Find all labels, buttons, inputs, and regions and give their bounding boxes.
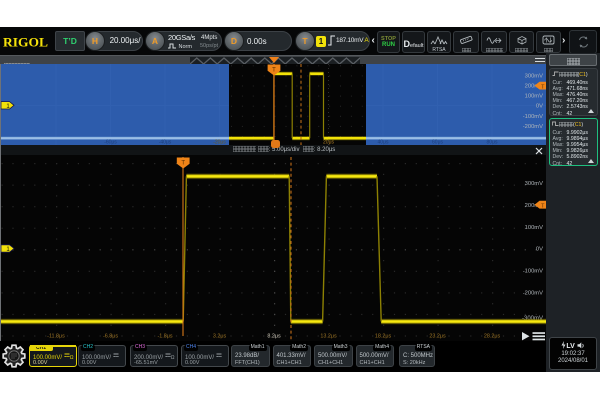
svg-text:-200mV: -200mV xyxy=(523,124,543,130)
svg-text:T: T xyxy=(181,161,185,167)
svg-text:0V: 0V xyxy=(536,104,543,110)
svg-text:28.2μs: 28.2μs xyxy=(484,334,501,340)
svg-text:18.2μs: 18.2μs xyxy=(375,334,392,340)
svg-text:-200mV: -200mV xyxy=(523,291,543,297)
svg-text:23.2μs: 23.2μs xyxy=(429,334,446,340)
svg-text:300mV: 300mV xyxy=(525,73,544,79)
svg-text:T: T xyxy=(272,68,276,74)
svg-text:-100mV: -100mV xyxy=(523,114,543,120)
svg-text:-6.8μs: -6.8μs xyxy=(103,334,118,340)
svg-text:3.2μs: 3.2μs xyxy=(213,334,227,340)
svg-text:0V: 0V xyxy=(536,247,543,253)
svg-text:100mV: 100mV xyxy=(525,225,544,231)
svg-text:-1.8μs: -1.8μs xyxy=(157,334,172,340)
svg-text:13.2μs: 13.2μs xyxy=(320,334,337,340)
svg-text:100mV: 100mV xyxy=(525,94,544,100)
svg-text:-11.8μs: -11.8μs xyxy=(47,334,65,340)
svg-text:-100mV: -100mV xyxy=(523,269,543,275)
svg-text:8.2μs: 8.2μs xyxy=(267,334,281,340)
svg-text:300mV: 300mV xyxy=(525,181,544,187)
